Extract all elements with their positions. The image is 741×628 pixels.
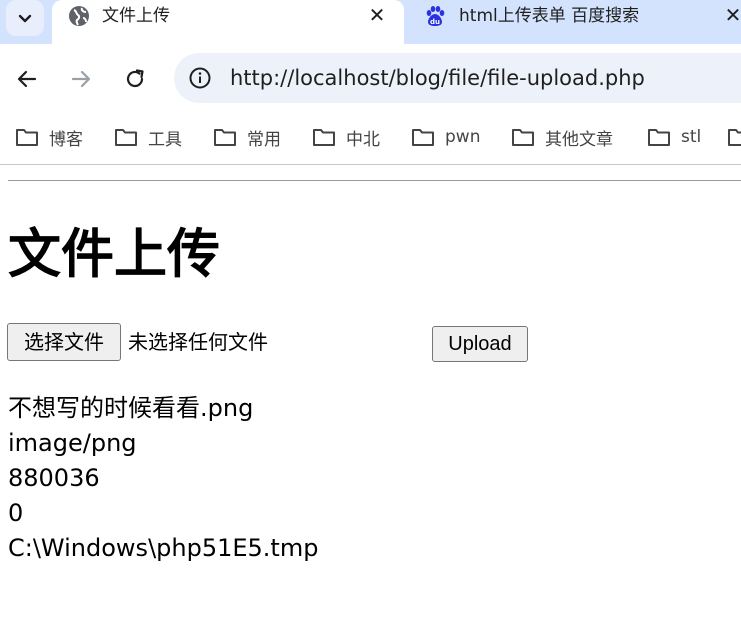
folder-icon: [115, 129, 137, 146]
chevron-down-icon: [18, 14, 32, 23]
bookmark-folder[interactable]: 博客: [15, 126, 83, 150]
bookmark-folder-partial[interactable]: [727, 126, 741, 148]
baidu-paw-icon: du: [426, 6, 445, 26]
file-size-output: 880036: [8, 464, 100, 492]
file-type-output: image/png: [8, 429, 137, 457]
bookmark-folder[interactable]: 中北: [312, 126, 380, 150]
horizontal-rule: [8, 180, 741, 181]
bookmark-label: pwn: [445, 127, 481, 147]
choose-file-button[interactable]: 选择文件: [7, 323, 121, 361]
tab-title: html上传表单 百度搜索: [459, 6, 640, 26]
reload-button[interactable]: [121, 65, 149, 93]
browser-toolbar: http://localhost/blog/file/file-upload.p…: [0, 44, 741, 112]
forward-arrow-icon: [71, 70, 91, 88]
bookmark-folder[interactable]: 其他文章: [511, 126, 613, 150]
file-name-output: 不想写的时候看看.png: [8, 394, 254, 422]
folder-icon: [512, 129, 534, 146]
close-tab-icon[interactable]: ✕: [722, 4, 741, 26]
bookmark-label: 博客: [49, 129, 83, 150]
tab-baidu-search[interactable]: du html上传表单 百度搜索 ✕: [404, 0, 741, 44]
back-arrow-icon: [17, 70, 37, 88]
bookmark-folder[interactable]: 工具: [114, 126, 182, 150]
page-content: 文件上传 选择文件 未选择任何文件 Upload 不想写的时候看看.png im…: [0, 165, 741, 628]
site-info-icon[interactable]: [188, 66, 212, 90]
tab-title: 文件上传: [102, 6, 170, 26]
forward-button[interactable]: [67, 65, 95, 93]
address-bar[interactable]: http://localhost/blog/file/file-upload.p…: [174, 53, 741, 103]
folder-icon: [728, 129, 741, 146]
file-error-output: 0: [8, 499, 24, 527]
bookmark-label: 其他文章: [545, 129, 613, 150]
tab-strip: 文件上传 ✕ du html上传表单 百度搜索 ✕: [0, 0, 741, 44]
bookmark-label: 中北: [346, 129, 380, 150]
folder-icon: [313, 129, 335, 146]
folder-icon: [16, 129, 38, 146]
bookmark-label: 常用: [247, 129, 281, 150]
svg-text:du: du: [430, 18, 440, 26]
bookmark-folder[interactable]: pwn: [411, 126, 480, 148]
folder-icon: [648, 129, 670, 146]
close-tab-icon[interactable]: ✕: [366, 4, 388, 26]
bookmark-label: 工具: [148, 129, 182, 150]
file-status-text: 未选择任何文件: [128, 330, 268, 354]
reload-icon: [126, 69, 144, 88]
folder-icon: [412, 129, 434, 146]
tab-file-upload[interactable]: 文件上传 ✕: [52, 0, 404, 44]
tab-search-button[interactable]: [6, 0, 44, 36]
back-button[interactable]: [13, 65, 41, 93]
bookmark-folder[interactable]: 常用: [213, 126, 281, 150]
bookmark-folder[interactable]: stl: [647, 126, 701, 148]
page-heading: 文件上传: [8, 224, 220, 285]
url-text[interactable]: http://localhost/blog/file/file-upload.p…: [230, 65, 645, 91]
bookmarks-bar: 博客 工具 常用 中北 pwn 其他文章 stl: [0, 112, 741, 165]
file-tmp-name-output: C:\Windows\php51E5.tmp: [8, 534, 319, 562]
globe-icon: [69, 6, 89, 26]
upload-button[interactable]: Upload: [432, 326, 528, 362]
folder-icon: [214, 129, 236, 146]
bookmark-label: stl: [681, 127, 702, 147]
